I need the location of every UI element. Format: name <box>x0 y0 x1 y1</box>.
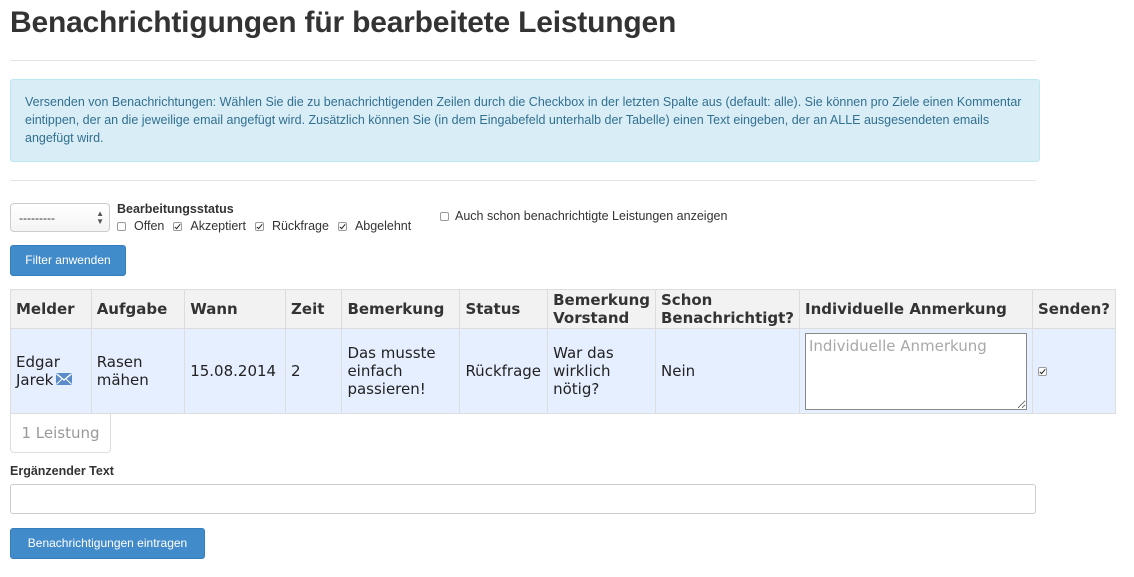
cell-senden <box>1032 328 1116 414</box>
col-header-bemerkung: Bemerkung <box>341 289 461 329</box>
status-option-offen[interactable]: Offen <box>117 219 164 233</box>
col-header-bemerkung-vorstand: Bemerkung Vorstand <box>547 289 656 329</box>
col-header-aufgabe: Aufgabe <box>90 289 186 329</box>
col-header-wann: Wann <box>184 289 287 329</box>
status-option-label: Offen <box>134 219 165 233</box>
cell-status: Rückfrage <box>459 328 549 414</box>
apply-filter-button[interactable]: Filter anwenden <box>10 245 126 276</box>
submit-notifications-button[interactable]: Benachrichtigungen eintragen <box>10 528 205 559</box>
checkbox-senden[interactable] <box>1038 367 1047 376</box>
cell-bemerkung: Das musste einfach passieren! <box>341 328 461 414</box>
envelope-icon[interactable] <box>56 371 73 389</box>
select-arrows-icon: ▲ ▼ <box>96 209 104 226</box>
checkbox-also-notified[interactable] <box>440 211 449 221</box>
status-option-label: Akzeptiert <box>190 219 246 233</box>
extra-text-input[interactable] <box>10 484 1036 514</box>
col-header-status: Status <box>459 289 549 329</box>
cell-aufgabe: Rasen mähen <box>90 328 186 414</box>
col-header-zeit: Zeit <box>285 289 343 329</box>
checkbox-abgelehnt[interactable] <box>337 221 347 231</box>
col-header-schon-benachrichtigt: Schon Benachrichtigt? <box>655 289 800 329</box>
cell-bemerkung-vorstand: War das wirklich nötig? <box>547 328 656 414</box>
info-alert: Versenden von Benachrichtungen: Wählen S… <box>10 79 1040 162</box>
also-notified-label: Auch schon benachrichtigte Leistungen an… <box>455 209 728 223</box>
divider-bottom <box>10 180 1036 181</box>
individual-note-textarea[interactable] <box>805 332 1027 410</box>
status-option-abgelehnt[interactable]: Abgelehnt <box>337 219 412 233</box>
status-option-rueckfrage[interactable]: Rückfrage <box>254 219 329 233</box>
checkbox-akzeptiert[interactable] <box>173 221 183 231</box>
status-checkboxes: Offen Akzeptiert Rückfrage Abgelehnt <box>117 219 420 233</box>
cell-individuelle-anmerkung <box>799 328 1033 414</box>
checkbox-offen[interactable] <box>117 221 126 231</box>
cell-schon-benachrichtigt: Nein <box>655 328 800 414</box>
cell-melder: Edgar Jarek <box>10 328 92 414</box>
melder-name: Edgar Jarek <box>16 352 60 389</box>
cell-wann: 15.08.2014 <box>184 328 287 414</box>
filter-select-value: --------- <box>19 211 55 225</box>
cell-zeit: 2 <box>285 328 343 414</box>
col-header-melder: Melder <box>10 289 92 329</box>
table-row: Edgar Jarek Rasen mähen 15.08.2014 2 Das… <box>10 328 1116 414</box>
status-label: Bearbeitungsstatus <box>117 202 234 216</box>
also-notified-option[interactable]: Auch schon benachrichtigte Leistungen an… <box>440 209 727 223</box>
status-option-label: Rückfrage <box>271 219 329 233</box>
checkbox-rueckfrage[interactable] <box>254 221 264 231</box>
col-header-individuelle-anmerkung: Individuelle Anmerkung <box>799 289 1033 329</box>
col-header-senden: Senden? <box>1032 289 1116 329</box>
result-count: 1 Leistung <box>10 414 111 453</box>
status-option-label: Abgelehnt <box>354 219 412 233</box>
divider-top <box>10 60 1036 61</box>
page-title: Benachrichtigungen für bearbeitete Leist… <box>10 6 677 39</box>
results-table: Melder Aufgabe Wann Zeit Bemerkung Statu… <box>10 289 1116 414</box>
extra-text-label: Ergänzender Text <box>10 464 114 478</box>
filter-select[interactable]: --------- ▲ ▼ <box>10 203 110 232</box>
status-option-akzeptiert[interactable]: Akzeptiert <box>173 219 246 233</box>
table-header-row: Melder Aufgabe Wann Zeit Bemerkung Statu… <box>10 289 1116 329</box>
